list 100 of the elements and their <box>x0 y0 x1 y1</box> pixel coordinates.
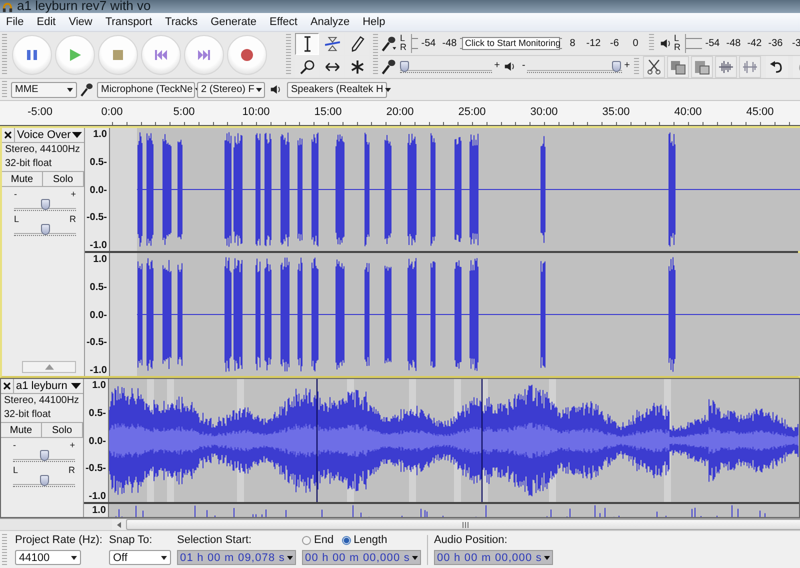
radio-button[interactable] <box>342 536 351 544</box>
scroll-left-button[interactable] <box>112 519 126 530</box>
selection-start-field[interactable]: 01 h 00 m 09,078 s <box>177 550 296 565</box>
menu-item[interactable]: Edit <box>30 16 63 28</box>
skip-to-end-icon <box>197 48 211 62</box>
close-track-button[interactable] <box>1 379 14 393</box>
amplitude-label: -0.5- <box>85 463 106 474</box>
time-label: 35:00 <box>601 105 631 118</box>
slider-min-label: - <box>14 190 17 199</box>
start-button[interactable] <box>141 35 181 75</box>
slider-thumb[interactable] <box>612 60 621 72</box>
collapse-button[interactable] <box>22 361 76 373</box>
speaker-icon <box>504 61 516 72</box>
app-icon <box>2 2 13 13</box>
undo-icon <box>769 58 785 75</box>
radio-option[interactable]: Length <box>342 534 388 546</box>
slider-thumb[interactable] <box>41 199 50 210</box>
microphone-icon <box>380 58 398 76</box>
paste-button[interactable] <box>691 56 713 78</box>
menu-item[interactable]: Help <box>356 16 392 28</box>
pause-icon <box>25 48 39 62</box>
amplitude-label: 0.5- <box>90 282 107 293</box>
tooltip: Click to Start Monitoring <box>462 36 560 50</box>
scrollbar-thumb[interactable] <box>126 519 800 530</box>
close-icon <box>4 131 12 139</box>
menu-item[interactable]: Transport <box>99 16 160 28</box>
silence-icon <box>742 58 758 75</box>
channel-label: R <box>400 43 408 52</box>
menu-item[interactable]: Tracks <box>159 16 205 28</box>
trim-button[interactable] <box>715 56 737 78</box>
stop-button[interactable] <box>98 35 138 75</box>
menu-item[interactable]: File <box>0 16 31 28</box>
silence-button[interactable] <box>739 56 761 78</box>
caret-icon <box>71 556 77 560</box>
amplitude-label: -1.0 <box>88 491 106 502</box>
meter-tick-label: -42 <box>744 38 765 49</box>
time-label: 30:00 <box>529 105 559 118</box>
copy-button[interactable] <box>667 56 689 78</box>
record-meter[interactable]: -54 -48 Click to Start Monitoring 8 -12 -6 0 <box>411 34 645 53</box>
amplitude-label: 0.5- <box>88 408 106 419</box>
audio-position-field[interactable]: 00 h 00 m 00,000 s <box>434 550 553 565</box>
slider-thumb[interactable] <box>40 475 49 486</box>
track-format: Stereo, 44100Hz <box>3 394 80 408</box>
menu-item[interactable]: View <box>62 16 100 28</box>
caret-icon <box>544 556 550 560</box>
audio-track[interactable]: Voice Over Stereo, 44100Hz 32-bit float Mute Solo - + L R 1.0 0.5- 0.0- -0.5- -1.0 1.0 0.5- 0.0- -0.5- -1.0 <box>0 126 800 378</box>
host-dropdown[interactable]: MME <box>11 82 77 98</box>
scissors-icon <box>646 58 662 75</box>
select-tool-button[interactable] <box>295 33 319 55</box>
cut-button[interactable] <box>643 56 665 78</box>
caret-icon <box>256 88 262 92</box>
caret-icon <box>286 556 293 560</box>
audio-position-label: Audio Position: <box>434 534 508 546</box>
end-button[interactable] <box>184 35 224 75</box>
pause-button[interactable] <box>12 35 52 75</box>
slider-max-label: + <box>494 60 500 71</box>
meter-tick-label: -54 <box>702 38 723 49</box>
time-label: 25:00 <box>457 105 487 118</box>
magnifier-icon <box>300 59 314 75</box>
snap-to-dropdown[interactable]: Off <box>109 550 171 565</box>
audio-track[interactable]: a1 leyburn Stereo, 44100Hz 32-bit float Mute Solo - + L R 1.0 0.5- 0.0- -0.5- -1.0 1.0 <box>0 378 800 518</box>
record-button[interactable] <box>227 35 267 75</box>
menu-item[interactable]: Analyze <box>304 16 357 28</box>
track-format: Stereo, 44100Hz <box>4 143 82 157</box>
meter-tick-label: -6 <box>604 38 625 49</box>
time-label: -5:00 <box>26 105 54 118</box>
envelope-icon <box>324 36 340 52</box>
timeline-ruler[interactable]: -5:00 0:00 5:00 10:00 15:00 20:00 25:00 30:00 35:00 40:00 45:00 <box>0 101 800 126</box>
caret-icon <box>67 88 73 92</box>
microphone-icon <box>79 82 95 97</box>
slider-min-label: L <box>14 215 20 224</box>
time-label: 10:00 <box>241 105 271 118</box>
selection-length-field[interactable]: 00 h 00 m 00,000 s <box>302 550 421 565</box>
caret-icon <box>412 556 418 560</box>
menu-item[interactable]: Effect <box>264 16 304 28</box>
meter-tick-label: 0 <box>625 38 646 49</box>
amplitude-label: -0.5- <box>86 212 107 224</box>
project-rate-dropdown[interactable]: 44100 <box>15 550 81 565</box>
track-name-menu[interactable]: a1 leyburn <box>14 379 83 393</box>
snap-to-label: Snap To: <box>109 534 154 546</box>
slider-min-label: - <box>13 441 16 450</box>
slider-thumb[interactable] <box>41 224 50 235</box>
slider-min-label: L <box>13 466 18 475</box>
input-device-dropdown[interactable]: Microphone (TeckNe <box>97 82 195 98</box>
radio-option[interactable]: End <box>302 534 334 546</box>
play-button[interactable] <box>55 35 95 75</box>
time-label: 0:00 <box>100 105 124 118</box>
close-track-button[interactable] <box>2 128 15 142</box>
pencil-icon <box>350 36 364 52</box>
stop-icon <box>111 48 125 62</box>
amplitude-label: -1.0 <box>90 240 107 251</box>
meter-tick-label: -48 <box>439 38 460 49</box>
slider-thumb[interactable] <box>400 60 409 72</box>
menu-item[interactable]: Generate <box>204 16 264 28</box>
slider-thumb[interactable] <box>40 450 49 461</box>
meter-tick-label: -54 <box>418 38 439 49</box>
selection-start-label: Selection Start: <box>177 534 253 546</box>
radio-button[interactable] <box>302 536 311 544</box>
slider-max-label: + <box>70 441 75 450</box>
channels-dropdown[interactable]: 2 (Stereo) F <box>197 82 265 98</box>
